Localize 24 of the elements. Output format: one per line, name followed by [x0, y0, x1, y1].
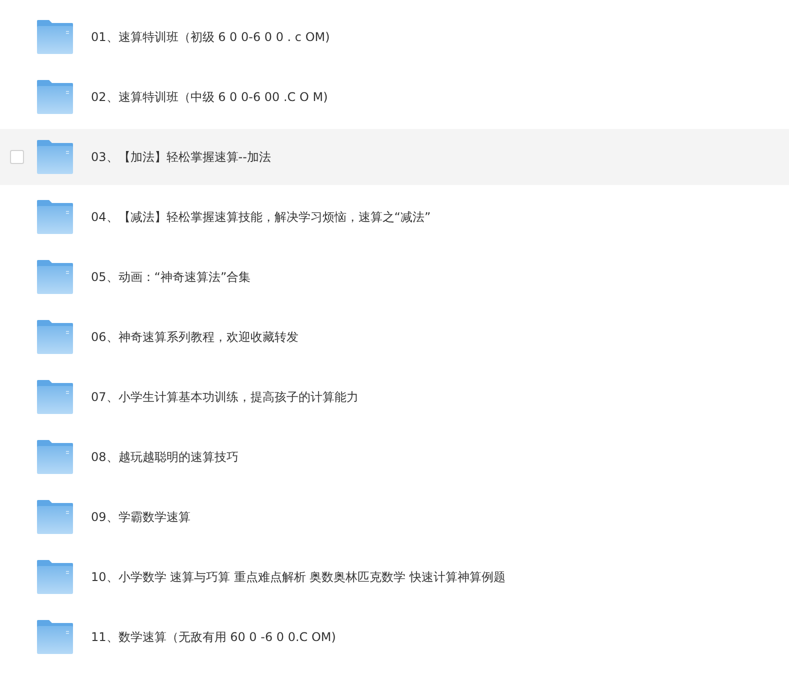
folder-name[interactable]: 10、小学数学 速算与巧算 重点难点解析 奥数奥林匹克数学 快速计算神算例题	[91, 568, 506, 586]
folder-name[interactable]: 02、速算特训班（中级 6 0 0-6 00 .C O M)	[91, 88, 328, 106]
folder-name[interactable]: 01、速算特训班（初级 6 0 0-6 0 0 . c OM)	[91, 28, 330, 46]
folder-name[interactable]: 11、数学速算（无敌有用 60 0 -6 0 0.C OM)	[91, 628, 336, 646]
folder-icon	[37, 20, 73, 54]
folder-name[interactable]: 08、越玩越聪明的速算技巧	[91, 448, 238, 466]
folder-icon	[37, 80, 73, 114]
folder-name[interactable]: 04、【减法】轻松掌握速算技能，解决学习烦恼，速算之“减法”	[91, 208, 431, 226]
folder-icon	[37, 320, 73, 354]
folder-name[interactable]: 09、学霸数学速算	[91, 508, 190, 526]
checkbox[interactable]	[10, 150, 24, 164]
folder-icon	[37, 500, 73, 534]
folder-icon	[37, 560, 73, 594]
folder-row[interactable]: 03、【加法】轻松掌握速算--加法	[0, 129, 789, 185]
folder-icon	[37, 380, 73, 414]
folder-icon	[37, 440, 73, 474]
folder-icon	[37, 260, 73, 294]
folder-icon	[37, 620, 73, 654]
folder-icon	[37, 140, 73, 174]
folder-name[interactable]: 07、小学生计算基本功训练，提高孩子的计算能力	[91, 388, 358, 406]
folder-name[interactable]: 06、神奇速算系列教程，欢迎收藏转发	[91, 328, 298, 346]
folder-name[interactable]: 03、【加法】轻松掌握速算--加法	[91, 148, 271, 166]
folder-name[interactable]: 05、动画：“神奇速算法”合集	[91, 268, 251, 286]
folder-icon	[37, 200, 73, 234]
